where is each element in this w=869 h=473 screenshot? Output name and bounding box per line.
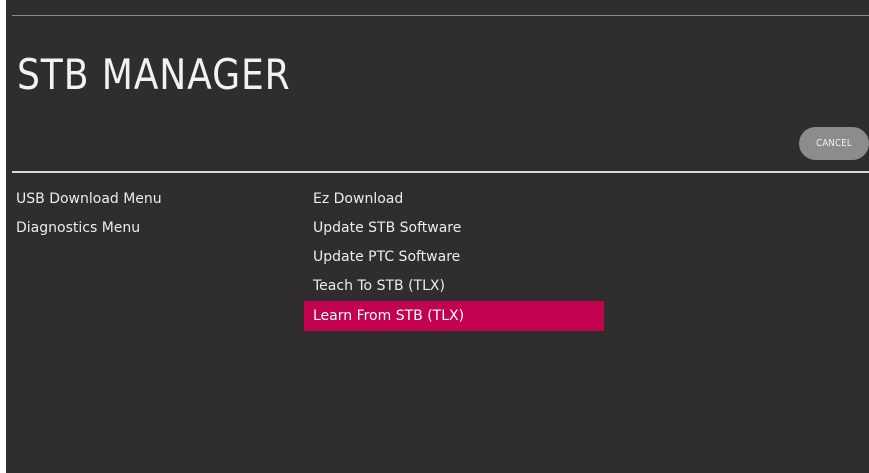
page-title: STB MANAGER xyxy=(17,50,291,99)
submenu-item-update-ptc-software[interactable]: Update PTC Software xyxy=(304,243,604,272)
submenu-item-learn-from-stb[interactable]: Learn From STB (TLX) xyxy=(304,301,604,331)
submenu-item-ez-download[interactable]: Ez Download xyxy=(304,185,604,214)
cancel-button-label: CANCEL xyxy=(816,138,852,149)
submenu-list: Ez Download Update STB Software Update P… xyxy=(304,185,604,331)
stb-manager-screen: STB MANAGER CANCEL USB Download Menu Dia… xyxy=(6,0,869,473)
submenu-item-update-stb-software[interactable]: Update STB Software xyxy=(304,214,604,243)
header-divider xyxy=(12,171,869,173)
menu-item-usb-download[interactable]: USB Download Menu xyxy=(16,185,296,214)
category-menu: USB Download Menu Diagnostics Menu xyxy=(16,185,296,243)
top-divider xyxy=(12,15,869,16)
cancel-button[interactable]: CANCEL xyxy=(799,127,869,160)
menu-item-diagnostics[interactable]: Diagnostics Menu xyxy=(16,214,296,243)
submenu-item-teach-to-stb[interactable]: Teach To STB (TLX) xyxy=(304,272,604,301)
